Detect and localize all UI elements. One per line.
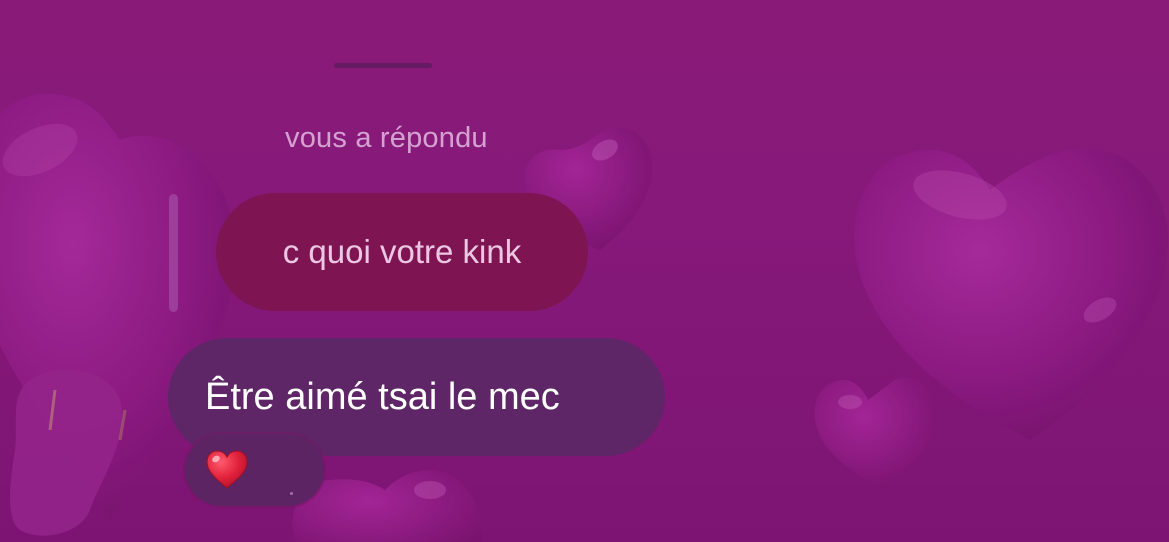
reaction-count-dot xyxy=(290,492,293,495)
reply-status-label: vous a répondu xyxy=(285,122,488,154)
quoted-message-text: c quoi votre kink xyxy=(282,233,522,270)
quoted-message-bubble[interactable]: c quoi votre kink xyxy=(216,193,588,311)
reaction-badge[interactable] xyxy=(185,434,324,506)
story-reply-screen: vous a répondu c quoi votre kink Être ai… xyxy=(0,0,1169,542)
blurred-avatar xyxy=(10,369,127,536)
heart-small-right-icon xyxy=(814,376,939,490)
quote-indicator-bar xyxy=(169,194,178,312)
reply-message-text: Être aimé tsai le mec xyxy=(205,375,560,418)
sheet-drag-handle[interactable] xyxy=(334,63,432,68)
red-heart-icon xyxy=(206,450,248,489)
